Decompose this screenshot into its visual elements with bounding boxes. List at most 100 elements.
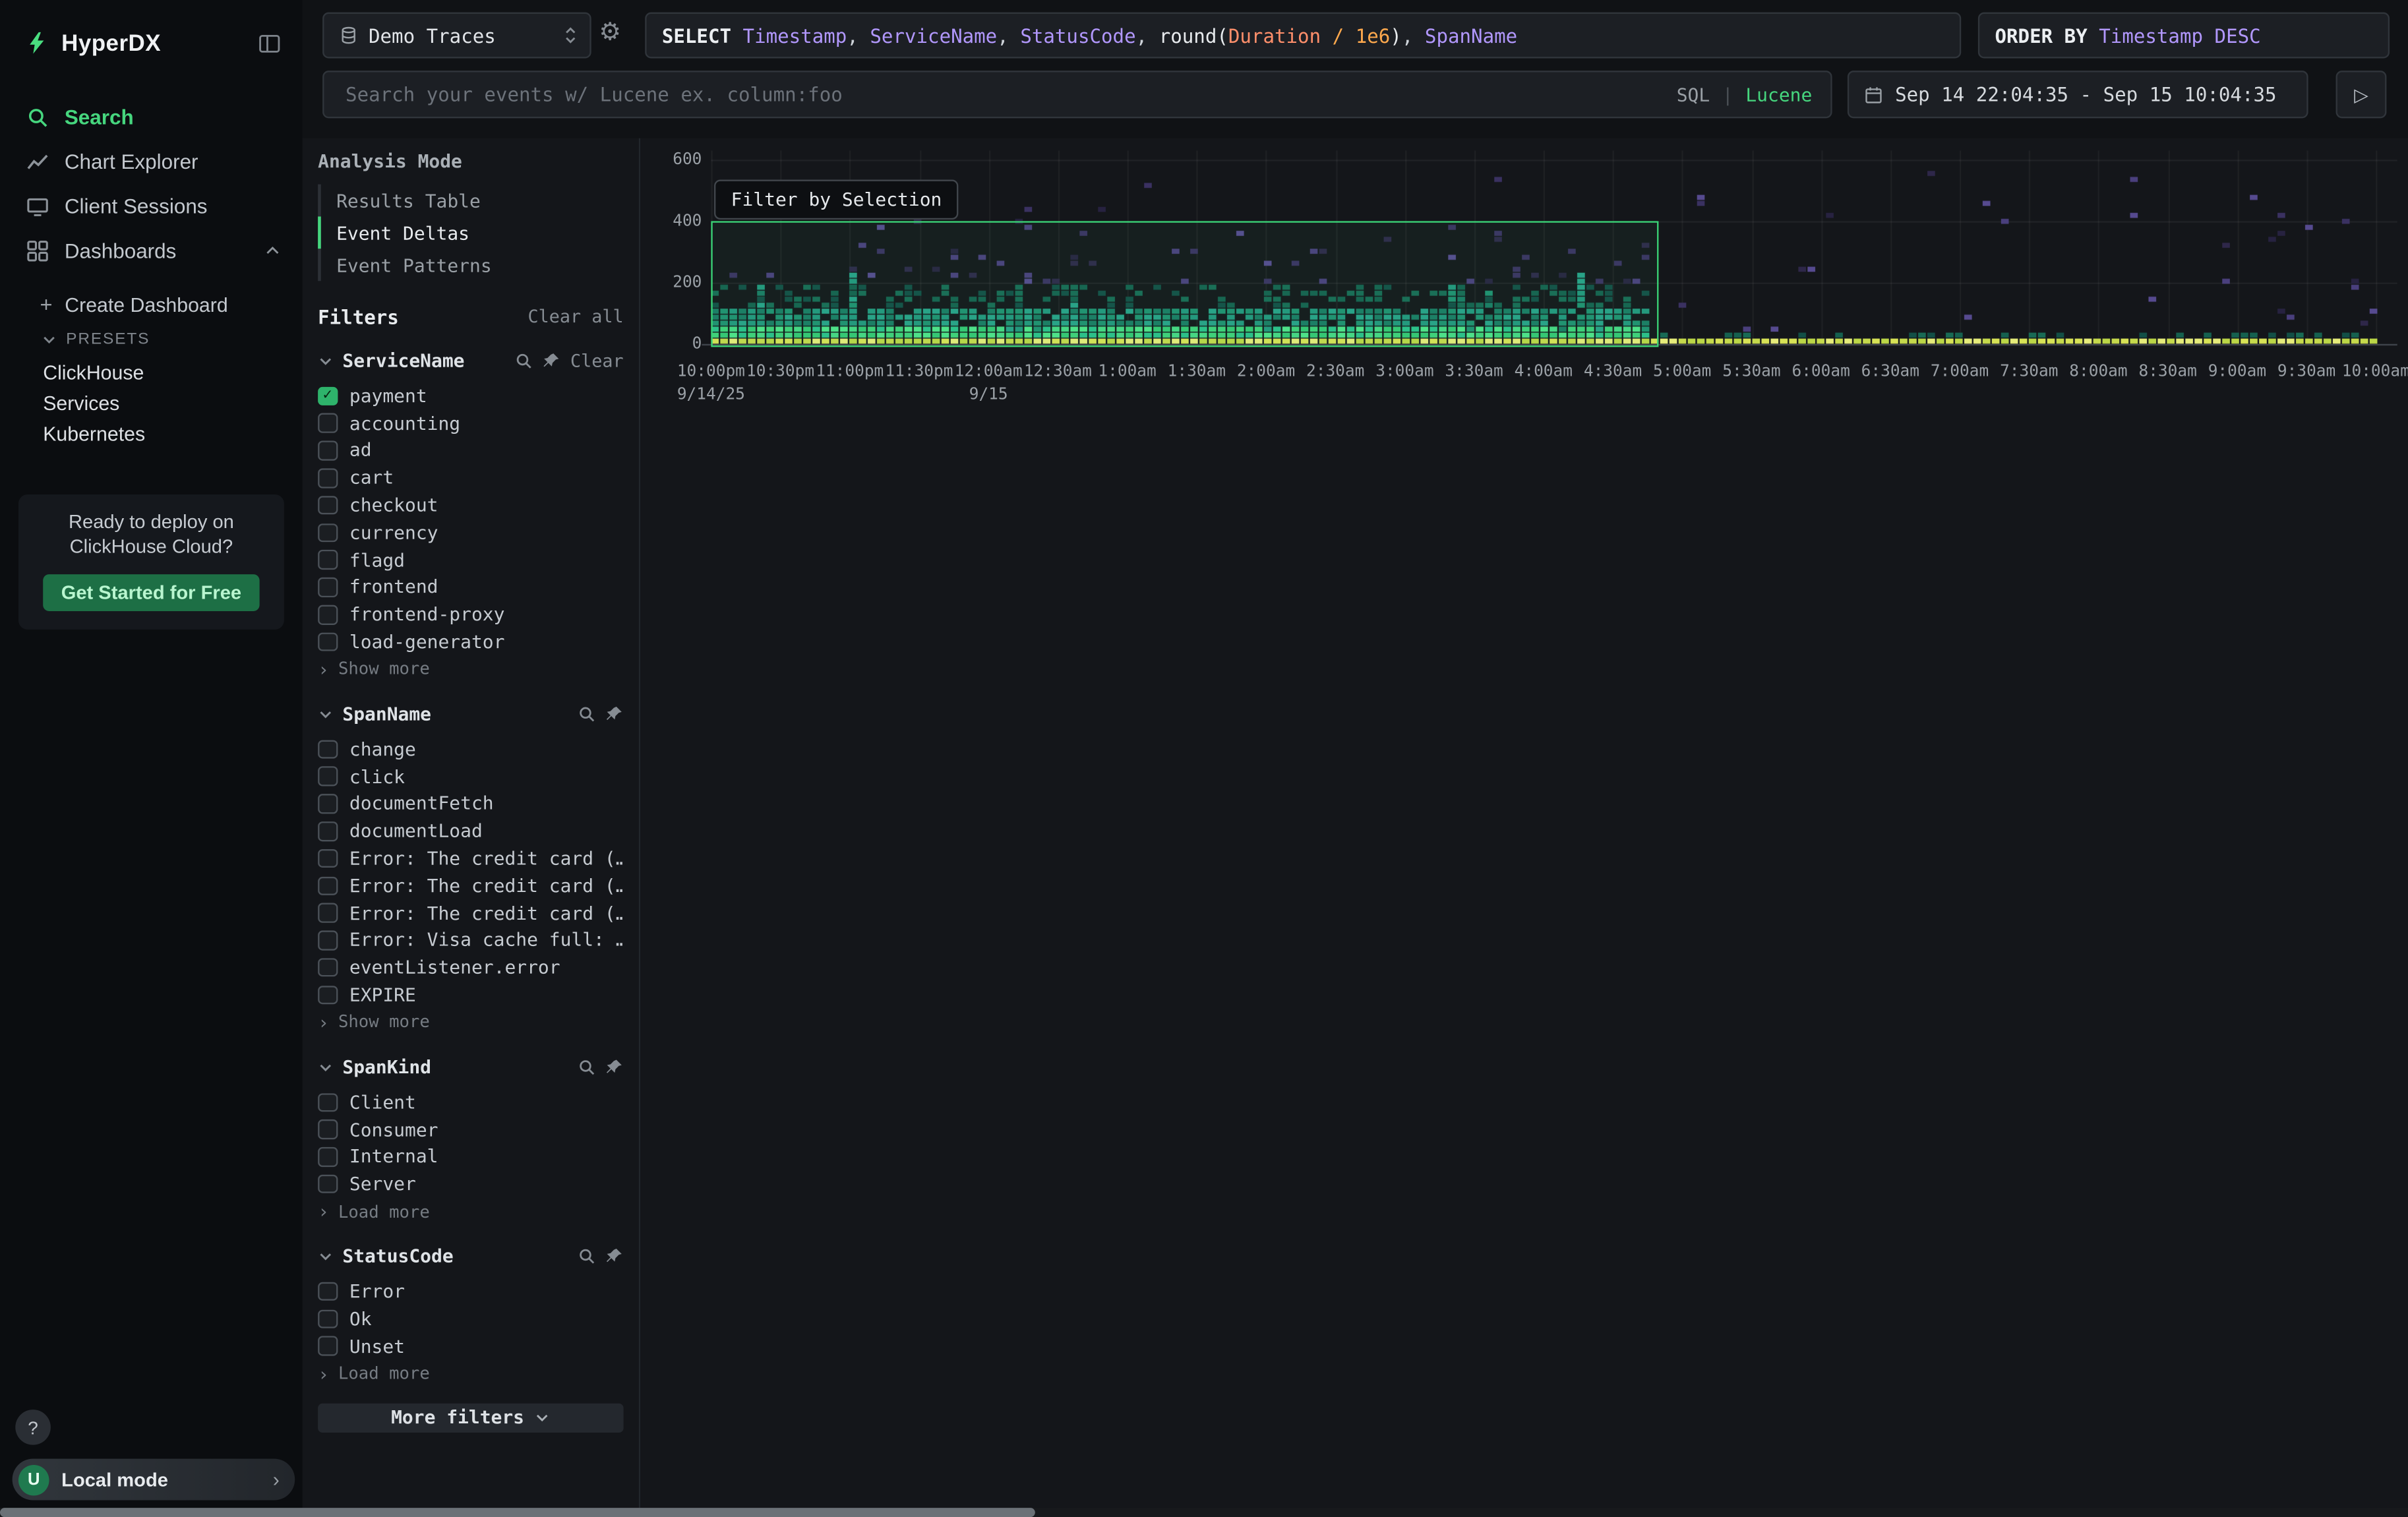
checkbox[interactable] <box>318 1175 337 1194</box>
show-more-button[interactable]: ›Show more <box>318 655 623 683</box>
data-source-select[interactable]: Demo Traces <box>322 13 591 59</box>
filter-option[interactable]: documentFetch <box>318 790 623 817</box>
checkbox[interactable] <box>318 605 337 624</box>
checkbox[interactable] <box>318 876 337 895</box>
checkbox[interactable] <box>318 414 337 433</box>
filter-option[interactable]: ad <box>318 437 623 464</box>
checkbox[interactable] <box>318 849 337 868</box>
checkbox[interactable] <box>318 1336 337 1355</box>
filter-group-header[interactable]: StatusCode <box>318 1241 623 1272</box>
filter-search-icon[interactable] <box>515 351 533 370</box>
filter-option[interactable]: Internal <box>318 1143 623 1170</box>
filter-by-selection-button[interactable]: Filter by Selection <box>714 180 959 220</box>
filter-option[interactable]: Error <box>318 1278 623 1305</box>
sidebar-collapse-icon[interactable] <box>258 32 281 55</box>
load-more-button[interactable]: ›Load more <box>318 1359 623 1387</box>
checkbox[interactable] <box>318 1282 337 1301</box>
clear-all-button[interactable]: Clear all <box>527 305 623 327</box>
sql-select-input[interactable]: SELECT Timestamp, ServiceName, StatusCod… <box>645 13 1961 59</box>
filter-option[interactable]: Error: The credit card (… <box>318 899 623 926</box>
filter-search-icon[interactable] <box>578 705 596 723</box>
filter-option[interactable]: documentLoad <box>318 818 623 845</box>
filter-option[interactable]: Server <box>318 1171 623 1198</box>
more-filters-button[interactable]: More filters <box>318 1403 623 1432</box>
filter-group-header[interactable]: SpanKind <box>318 1052 623 1083</box>
analysis-mode-results-table[interactable]: Results Table <box>318 184 623 216</box>
chart-selection-rect[interactable] <box>711 221 1658 347</box>
sql-toggle[interactable]: SQL <box>1677 84 1710 105</box>
filter-pin-icon[interactable] <box>605 1058 624 1077</box>
sidebar-item-dashboards[interactable]: Dashboards <box>0 229 303 274</box>
checkbox[interactable] <box>318 550 337 570</box>
checkbox[interactable] <box>318 931 337 950</box>
sidebar-preset-clickhouse[interactable]: ClickHouse <box>0 356 303 387</box>
sidebar-item-chart-explorer[interactable]: Chart Explorer <box>0 140 303 185</box>
filter-option[interactable]: frontend <box>318 574 623 601</box>
checkbox[interactable] <box>318 1120 337 1139</box>
checkbox[interactable] <box>318 1092 337 1112</box>
presets-toggle[interactable]: PRESETS <box>0 322 303 356</box>
filter-search-icon[interactable] <box>578 1058 596 1077</box>
filter-option[interactable]: Unset <box>318 1332 623 1359</box>
create-dashboard-button[interactable]: + Create Dashboard <box>0 285 303 322</box>
filter-pin-icon[interactable] <box>605 705 624 723</box>
filter-clear-button[interactable]: Clear <box>570 350 624 372</box>
filter-option[interactable]: Error: The credit card (… <box>318 872 623 899</box>
filter-option[interactable]: load-generator <box>318 628 623 655</box>
checkbox[interactable] <box>318 958 337 977</box>
checkbox[interactable] <box>318 578 337 597</box>
sidebar-preset-services[interactable]: Services <box>0 387 303 418</box>
horizontal-scrollbar-thumb[interactable] <box>0 1508 1035 1517</box>
filter-group-header[interactable]: ServiceNameClear <box>318 345 623 376</box>
lucene-toggle[interactable]: Lucene <box>1745 84 1812 105</box>
checkbox[interactable] <box>318 386 337 405</box>
filter-search-icon[interactable] <box>578 1247 596 1266</box>
checkbox[interactable] <box>318 903 337 922</box>
search-input[interactable] <box>342 81 1664 107</box>
get-started-button[interactable]: Get Started for Free <box>43 574 260 611</box>
load-more-button[interactable]: ›Load more <box>318 1198 623 1226</box>
checkbox[interactable] <box>318 1309 337 1328</box>
filter-option[interactable]: EXPIRE <box>318 982 623 1009</box>
sidebar-item-search[interactable]: Search <box>0 95 303 140</box>
filter-option[interactable]: Ok <box>318 1305 623 1332</box>
filter-option[interactable]: flagd <box>318 547 623 574</box>
analysis-mode-event-deltas[interactable]: Event Deltas <box>318 216 623 249</box>
filter-option[interactable]: change <box>318 736 623 763</box>
checkbox[interactable] <box>318 468 337 487</box>
filter-option[interactable]: Client <box>318 1088 623 1115</box>
checkbox[interactable] <box>318 740 337 759</box>
checkbox[interactable] <box>318 821 337 841</box>
checkbox[interactable] <box>318 496 337 515</box>
sidebar-item-client-sessions[interactable]: Client Sessions <box>0 184 303 229</box>
sidebar-preset-kubernetes[interactable]: Kubernetes <box>0 418 303 449</box>
checkbox[interactable] <box>318 986 337 1005</box>
filter-option[interactable]: payment <box>318 382 623 409</box>
help-button[interactable]: ? <box>15 1410 51 1445</box>
filter-option[interactable]: click <box>318 763 623 790</box>
checkbox[interactable] <box>318 767 337 786</box>
checkbox[interactable] <box>318 523 337 542</box>
checkbox[interactable] <box>318 441 337 460</box>
filter-option[interactable]: eventListener.error <box>318 954 623 981</box>
show-more-button[interactable]: ›Show more <box>318 1009 623 1036</box>
filter-pin-icon[interactable] <box>543 351 561 370</box>
filter-option[interactable]: frontend-proxy <box>318 601 623 628</box>
filter-option[interactable]: Error: Visa cache full: … <box>318 927 623 954</box>
user-menu[interactable]: U Local mode › <box>13 1459 295 1501</box>
filter-option[interactable]: currency <box>318 519 623 546</box>
checkbox[interactable] <box>318 1147 337 1166</box>
filter-option[interactable]: cart <box>318 464 623 491</box>
checkbox[interactable] <box>318 794 337 814</box>
filter-option[interactable]: Error: The credit card (… <box>318 845 623 872</box>
filter-pin-icon[interactable] <box>605 1247 624 1266</box>
gear-icon[interactable]: ⚙ <box>599 22 620 46</box>
filter-option[interactable]: Consumer <box>318 1116 623 1143</box>
filter-group-header[interactable]: SpanName <box>318 699 623 730</box>
filter-option[interactable]: accounting <box>318 409 623 436</box>
order-by-input[interactable]: ORDER BY Timestamp DESC <box>1978 13 2390 59</box>
checkbox[interactable] <box>318 632 337 651</box>
date-range-picker[interactable]: Sep 14 22:04:35 - Sep 15 10:04:35 <box>1848 71 2308 118</box>
filter-option[interactable]: checkout <box>318 492 623 519</box>
analysis-mode-event-patterns[interactable]: Event Patterns <box>318 249 623 281</box>
